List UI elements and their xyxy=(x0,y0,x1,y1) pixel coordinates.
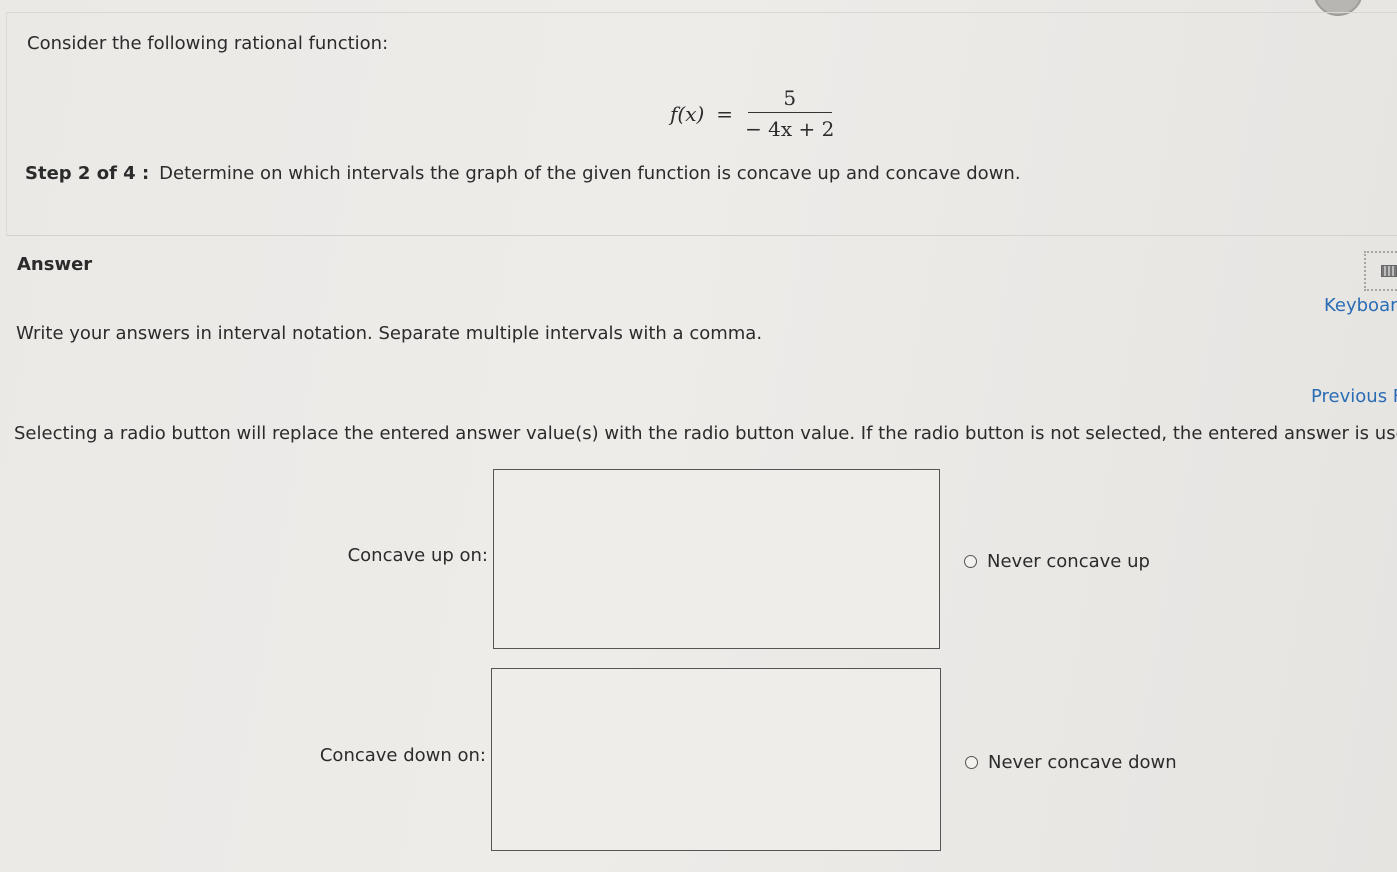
keyboard-icon[interactable] xyxy=(1364,251,1397,291)
never-concave-up-radio[interactable] xyxy=(964,555,977,568)
function-formula: f(x) = 5 − 4x + 2 xyxy=(670,86,834,141)
answer-instructions: Write your answers in interval notation.… xyxy=(16,323,763,344)
concave-down-label: Concave down on: xyxy=(319,745,486,766)
formula-lhs: f(x) xyxy=(670,101,705,126)
previous-link[interactable]: Previous F xyxy=(1311,386,1397,407)
step-text: Determine on which intervals the graph o… xyxy=(159,163,1021,184)
formula-denominator: − 4x + 2 xyxy=(745,117,835,141)
step-label: Step 2 of 4 : xyxy=(25,163,150,184)
answer-heading: Answer xyxy=(17,254,93,275)
concave-down-input[interactable] xyxy=(491,668,941,851)
formula-numerator: 5 xyxy=(747,86,832,113)
question-intro: Consider the following rational function… xyxy=(27,33,389,54)
concave-up-input[interactable] xyxy=(493,469,940,649)
formula-equals: = xyxy=(716,101,734,126)
never-concave-down-option[interactable]: Never concave down xyxy=(965,752,1177,773)
never-concave-down-radio[interactable] xyxy=(965,756,978,769)
radio-note: Selecting a radio button will replace th… xyxy=(14,423,1397,444)
formula-fraction: 5 − 4x + 2 xyxy=(745,86,834,141)
keyboard-glyph-icon xyxy=(1381,265,1397,277)
step-instruction: Step 2 of 4 : Determine on which interval… xyxy=(25,163,1021,184)
keyboard-link[interactable]: Keyboar xyxy=(1324,295,1397,316)
never-concave-up-option[interactable]: Never concave up xyxy=(964,551,1150,572)
page: Consider the following rational function… xyxy=(0,0,1397,872)
concave-up-label: Concave up on: xyxy=(347,545,488,566)
never-concave-down-label: Never concave down xyxy=(988,752,1177,773)
never-concave-up-label: Never concave up xyxy=(987,551,1150,572)
